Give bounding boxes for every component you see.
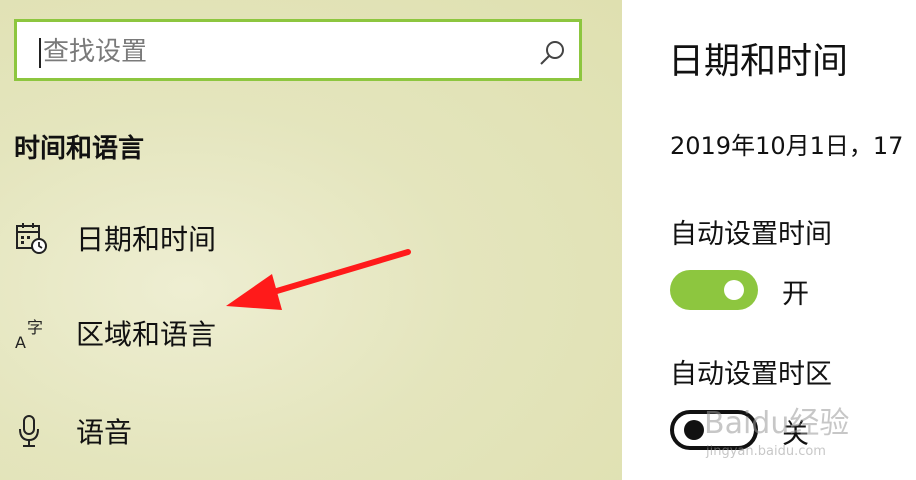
sidebar-item-label: 日期和时间 [76,223,217,256]
watermark-text: Baidu经验 [704,406,849,441]
watermark-subtext: jingyan.baidu.com [705,444,826,459]
calendar-clock-icon [16,223,47,254]
red-arrow-annotation [226,249,411,310]
sidebar-item-label: 语音 [76,416,133,449]
language-icon: A 字 [15,318,43,350]
microphone-icon [19,415,39,447]
page-title: 日期和时间 [668,41,849,82]
auto-time-toggle[interactable] [670,270,758,310]
section-title: 时间和语言 [14,134,145,164]
toggle-knob [724,280,744,300]
auto-time-label: 自动设置时间 [670,219,832,250]
auto-timezone-label: 自动设置时区 [670,359,832,390]
sidebar: 查找设置 时间和语言 日期和时间 A 字 区域和语言 语音 [0,0,622,480]
sidebar-item-speech[interactable]: 语音 [14,407,454,455]
sidebar-item-label: 区域和语言 [76,318,217,351]
auto-time-state: 开 [782,279,809,310]
search-icon[interactable] [537,38,567,68]
svg-text:字: 字 [27,318,43,337]
search-input[interactable]: 查找设置 [14,19,582,81]
search-placeholder: 查找设置 [43,37,148,67]
current-datetime: 2019年10月1日，17 [670,132,904,160]
baidu-watermark: Baidu经验 jingyan.baidu.com [704,406,849,459]
svg-text:A: A [15,333,26,350]
text-caret [39,38,41,68]
